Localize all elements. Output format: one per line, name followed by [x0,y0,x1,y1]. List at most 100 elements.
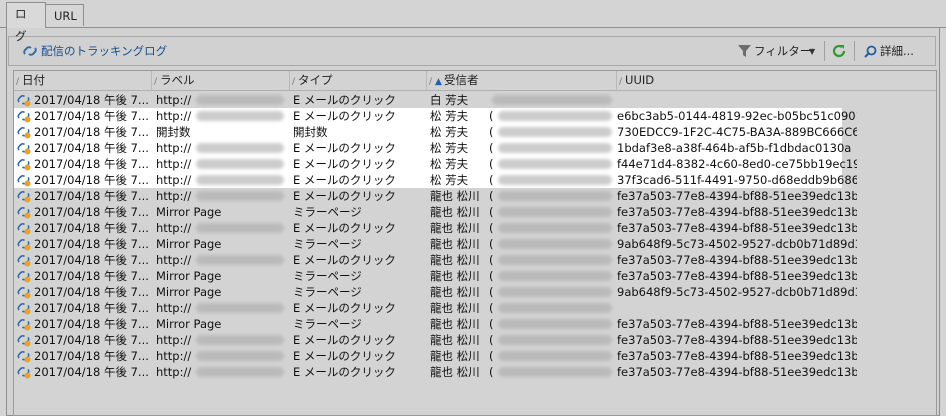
redacted-region [196,223,284,233]
column-header-label[interactable]: / ラベル [152,71,290,90]
tracking-link-icon [17,319,31,331]
column-header-uuid[interactable]: / UUID [617,71,936,90]
recipient-cell: 龍也 松川 [430,269,480,283]
date-cell: 2017/04/18 午後 7... [34,253,149,267]
tab-url-label: URL [54,9,77,23]
table-row[interactable]: 2017/04/18 午後 7... Mirror Page ミラーページ 龍也 松川… [14,316,936,332]
table-row[interactable]: 2017/04/18 午後 7... Mirror Page ミラーページ 龍也 松川… [14,236,936,252]
type-cell: E メールのクリック [293,301,396,315]
recipient-email-paren: ( [489,141,494,155]
type-cell: ミラーページ [293,317,362,331]
redacted-region [196,143,284,153]
detail-label: 詳細... [880,44,914,58]
redacted-region [498,175,612,185]
table-row[interactable]: 2017/04/18 午後 7... 開封数 開封数 松 芳夫 (730EDCC9-1F… [14,124,857,140]
date-cell: 2017/04/18 午後 7... [34,173,149,187]
tracking-link-icon [17,207,31,219]
redacted-region [498,239,612,249]
filter-button[interactable]: フィルター [738,42,811,60]
date-cell: 2017/04/18 午後 7... [34,285,149,299]
uuid-cell: fe37a503-77e8-4394-bf88-51ee39edc13b [617,269,857,283]
date-cell: 2017/04/18 午後 7... [34,333,149,347]
recipient-email-paren: ( [489,173,494,187]
recipient-cell: 龍也 松川 [430,237,480,251]
redacted-region [498,191,612,201]
column-header-type[interactable]: / タイプ [290,71,427,90]
table-row[interactable]: 2017/04/18 午後 7... http://E メールのクリック 龍也 松川… [14,364,936,380]
uuid-cell: 9ab648f9-5c73-4502-9527-dcb0b71d89d3 [617,237,857,251]
label-cell: Mirror Page [156,237,222,251]
type-cell: E メールのクリック [293,189,396,203]
uuid-cell: 37f3cad6-511f-4491-9750-d68eddb9b686 [617,173,857,187]
type-cell: E メールのクリック [293,141,396,155]
type-cell: E メールのクリック [293,349,396,363]
redacted-region [498,111,612,121]
redacted-region [196,303,284,313]
table-row[interactable]: 2017/04/18 午後 7... Mirror Page ミラーページ 龍也 松川… [14,204,936,220]
date-cell: 2017/04/18 午後 7... [34,317,149,331]
recipient-cell: 松 芳夫 [430,157,469,171]
uuid-cell: 9ab648f9-5c73-4502-9527-dcb0b71d89d3 [617,285,857,299]
tab-log-label: ログ [15,7,27,43]
date-cell: 2017/04/18 午後 7... [34,109,149,123]
date-cell: 2017/04/18 午後 7... [34,349,149,363]
type-cell: E メールのクリック [293,157,396,171]
date-cell: 2017/04/18 午後 7... [34,237,149,251]
column-header-date[interactable]: / 日付 [14,71,152,90]
table-row[interactable]: 2017/04/18 午後 7... http://E メールのクリック 龍也 松川… [14,220,936,236]
tracking-link-icon [17,367,31,379]
tracking-log-link[interactable]: 配信のトラッキングログ [22,43,167,59]
sort-ascending-icon: ▲ [435,77,442,87]
table-row[interactable]: 2017/04/18 午後 7... http://E メールのクリック松 芳夫(… [14,156,857,172]
filter-label: フィルター [754,44,812,58]
redacted-region [196,367,284,377]
date-cell: 2017/04/18 午後 7... [34,125,149,139]
detail-button[interactable]: 詳細... [864,42,914,60]
recipient-cell: 龍也 松川 [430,189,480,203]
recipient-email-paren: ( [489,221,494,235]
label-cell: Mirror Page [156,285,222,299]
redacted-region [498,271,612,281]
table-row[interactable]: 2017/04/18 午後 7... http://E メールのクリック松 芳夫(… [14,108,857,124]
table-row[interactable]: 2017/04/18 午後 7... http://E メールのクリック松 芳夫(… [14,172,857,188]
table-row[interactable]: 2017/04/18 午後 7... Mirror Page ミラーページ 龍也 松川… [14,268,936,284]
table-row[interactable]: 2017/04/18 午後 7... http://E メールのクリック 龍也 松川… [14,348,936,364]
refresh-button[interactable] [831,42,847,60]
tracking-log-table[interactable]: / 日付 / ラベル / タイプ / ▲ 受信者 / UUID 2017/04/18 午後 … [13,70,937,416]
type-cell: ミラーページ [293,285,362,299]
recipient-email-paren: ( [489,349,494,363]
type-cell: E メールのクリック [293,221,396,235]
table-row[interactable]: 2017/04/18 午後 7... Mirror Page ミラーページ 龍也 松川… [14,284,936,300]
table-row[interactable]: 2017/04/18 午後 7... http://E メールのクリック白 芳夫 [14,92,936,108]
table-row[interactable]: 2017/04/18 午後 7... http://E メールのクリック松 芳夫(… [14,140,851,156]
table-row[interactable]: 2017/04/18 午後 7... http://E メールのクリック 龍也 松川… [14,332,936,348]
type-cell: ミラーページ [293,269,362,283]
tracking-link-icon [17,143,31,155]
column-type-label: タイプ [298,73,333,87]
table-row[interactable]: 2017/04/18 午後 7... http://E メールのクリック 龍也 松川… [14,300,936,316]
uuid-cell: fe37a503-77e8-4394-bf88-51ee39edc13b [617,365,857,379]
label-cell: 開封数 [156,125,191,139]
type-cell: E メールのクリック [293,173,396,187]
type-cell: E メールのクリック [293,253,396,267]
tab-log[interactable]: ログ [6,2,46,43]
redacted-region [196,335,284,345]
table-row[interactable]: 2017/04/18 午後 7... http://E メールのクリック 龍也 松川… [14,188,936,204]
uuid-cell: fe37a503-77e8-4394-bf88-51ee39edc13b [617,221,857,235]
recipient-cell: 龍也 松川 [430,205,480,219]
redacted-region [492,95,612,105]
refresh-icon [832,44,846,58]
recipient-email-paren: ( [489,253,494,267]
column-header-recipient[interactable]: / ▲ 受信者 [427,71,617,90]
recipient-cell: 松 芳夫 [430,125,469,139]
redacted-region [498,303,612,313]
redacted-region [498,127,612,137]
recipient-email-paren: ( [489,189,494,203]
table-row[interactable]: 2017/04/18 午後 7... http://E メールのクリック 龍也 松川… [14,252,936,268]
redacted-region [498,207,612,217]
tracking-link-icon [17,159,31,171]
tab-url[interactable]: URL [45,4,84,26]
uuid-cell [617,300,857,316]
filter-dropdown-button[interactable]: ▼ [809,42,815,60]
date-cell: 2017/04/18 午後 7... [34,205,149,219]
